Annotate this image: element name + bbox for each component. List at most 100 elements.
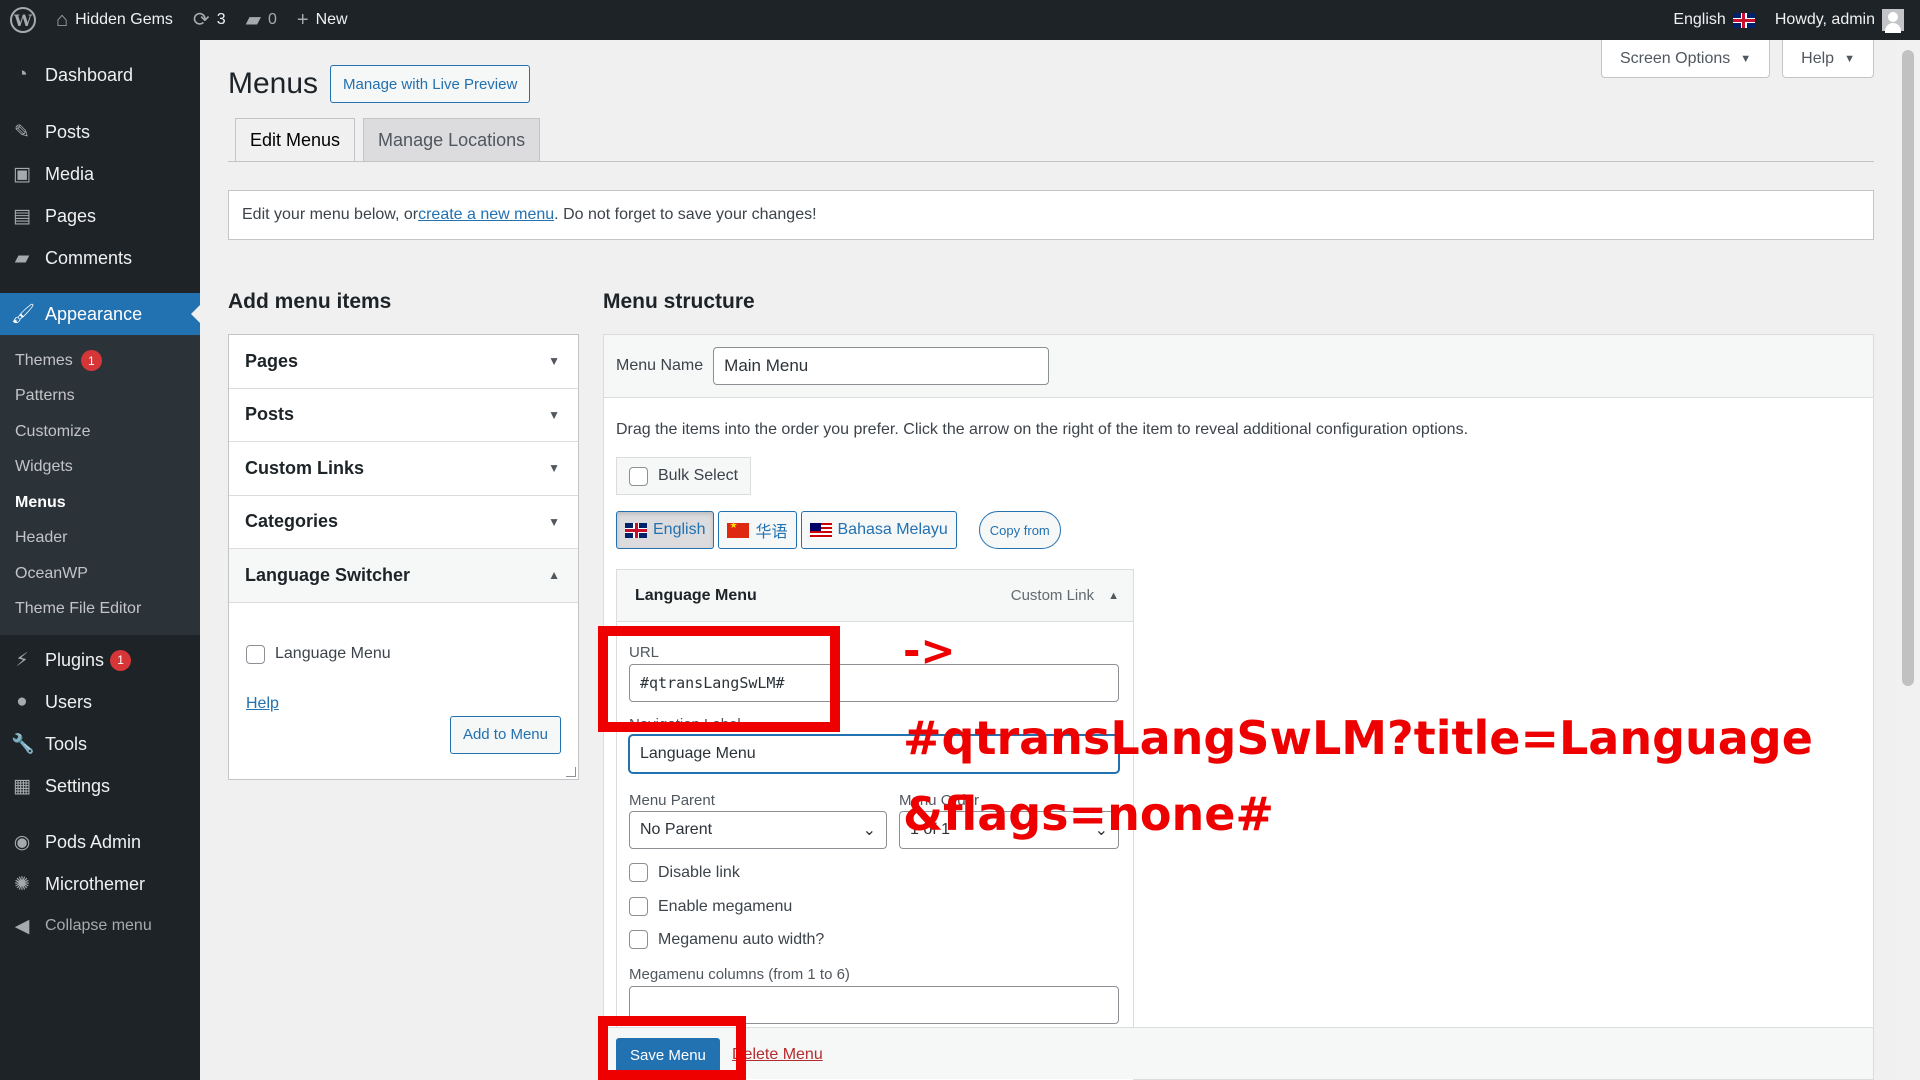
screen-options-label: Screen Options: [1620, 49, 1731, 67]
collapse-menu-button[interactable]: ◀ Collapse menu: [0, 905, 200, 947]
sidebar-sub-oceanwp[interactable]: OceanWP: [0, 556, 200, 592]
accordion-categories[interactable]: Categories ▼: [229, 496, 578, 549]
create-new-menu-link[interactable]: create a new menu: [418, 206, 554, 224]
sidebar-sub-customize[interactable]: Customize: [0, 414, 200, 450]
copy-from-button[interactable]: Copy from: [978, 511, 1061, 549]
edit-notice: Edit your menu below, or create a new me…: [228, 190, 1874, 240]
sidebar-item-pods-admin[interactable]: ◉ Pods Admin: [0, 821, 200, 863]
sidebar-item-comments[interactable]: ▰ Comments: [0, 237, 200, 279]
megamenu-auto-width-option[interactable]: Megamenu auto width?: [629, 930, 824, 949]
sidebar-item-appearance[interactable]: 🖌 Appearance: [0, 293, 200, 335]
add-to-menu-button[interactable]: Add to Menu: [449, 715, 561, 754]
sidebar-item-dashboard[interactable]: ◔ Dashboard: [0, 54, 200, 96]
avatar: [1882, 9, 1904, 33]
accordion-custom-links[interactable]: Custom Links ▼: [229, 442, 578, 496]
manage-live-preview-button[interactable]: Manage with Live Preview: [330, 65, 531, 103]
site-name-link[interactable]: ⌂ Hidden Gems: [46, 0, 183, 40]
paintbrush-icon: 🖌: [11, 304, 36, 325]
sidebar-item-label: Tools: [45, 733, 88, 754]
help-label: Help: [1801, 49, 1835, 67]
screen-options-button[interactable]: Screen Options ▼: [1601, 40, 1771, 78]
settings-icon: ▦: [13, 775, 31, 797]
sidebar-item-pages[interactable]: ▤ Pages: [0, 195, 200, 237]
accordion-pages[interactable]: Pages ▼: [229, 335, 578, 389]
language-label: English: [1673, 11, 1726, 28]
scrollbar-thumb[interactable]: [1902, 50, 1914, 686]
sidebar-item-posts[interactable]: ✎ Posts: [0, 111, 200, 153]
tab-manage-locations[interactable]: Manage Locations: [363, 118, 541, 162]
pods-icon: ◉: [13, 831, 31, 853]
accordion-label: Pages: [245, 350, 299, 371]
language-switcher[interactable]: English: [1663, 0, 1764, 40]
menu-parent-select[interactable]: No Parent ⌄: [629, 811, 887, 849]
bulk-select-checkbox[interactable]: [629, 466, 648, 486]
help-link[interactable]: Help: [246, 695, 279, 713]
accordion-label: Posts: [245, 404, 295, 425]
sub-label: Widgets: [15, 458, 73, 476]
sub-label: Menus: [15, 493, 66, 511]
sub-label: Customize: [15, 422, 91, 440]
lang-label: 华语: [755, 522, 788, 541]
lang-tab-chinese[interactable]: 华语: [718, 511, 797, 549]
resize-handle[interactable]: [566, 766, 576, 777]
menu-item-handle[interactable]: Language Menu Custom Link ▲: [617, 570, 1133, 622]
enable-megamenu-option[interactable]: Enable megamenu: [629, 897, 792, 916]
sidebar-sub-theme-file-editor[interactable]: Theme File Editor: [0, 592, 200, 628]
accordion-language-switcher[interactable]: Language Switcher ▲: [229, 549, 578, 603]
menu-item-type: Custom Link: [1010, 587, 1095, 604]
sidebar-item-label: Users: [45, 691, 93, 712]
sidebar-item-label: Settings: [45, 775, 111, 796]
language-menu-option[interactable]: Language Menu: [246, 644, 391, 664]
lang-label: Bahasa Melayu: [837, 521, 948, 538]
page-title: Menus: [228, 67, 319, 100]
sidebar-item-label: Posts: [45, 121, 91, 142]
sidebar-sub-menus[interactable]: Menus: [0, 485, 200, 521]
updates-link[interactable]: ⟳ 3: [183, 0, 236, 40]
menu-item-title: Language Menu: [635, 586, 757, 604]
lang-tab-malay[interactable]: Bahasa Melayu: [800, 511, 957, 549]
sidebar-item-media[interactable]: ▣ Media: [0, 153, 200, 195]
sidebar-item-users[interactable]: ● Users: [0, 681, 200, 723]
sidebar-item-settings[interactable]: ▦ Settings: [0, 765, 200, 807]
plugins-update-badge: 1: [110, 649, 132, 671]
plugin-icon: ⚡: [15, 649, 29, 671]
sidebar-item-label: Collapse menu: [45, 917, 152, 934]
megamenu-columns-label: Megamenu columns (from 1 to 6): [629, 966, 850, 983]
comment-icon: ▰: [245, 9, 261, 31]
bulk-select-toggle[interactable]: Bulk Select: [616, 457, 752, 495]
menu-name-input[interactable]: Main Menu: [713, 347, 1050, 385]
admin-sidebar: ◔ Dashboard ✎ Posts ▣ Media ▤ Pages ▰ Co…: [0, 40, 200, 1080]
dashboard-icon: ◔: [16, 64, 28, 85]
accordion-posts[interactable]: Posts ▼: [229, 389, 578, 442]
disable-link-option[interactable]: Disable link: [629, 863, 740, 882]
annotation-url-line1: #qtransLangSwLM?title=Language: [903, 711, 1813, 765]
sidebar-sub-patterns[interactable]: Patterns: [0, 379, 200, 415]
media-icon: ▣: [13, 163, 31, 185]
wp-logo-menu[interactable]: W: [0, 0, 46, 40]
annotation-box-save: [598, 1016, 746, 1080]
user-icon: ●: [16, 691, 28, 712]
menu-structure-heading: Menu structure: [603, 290, 755, 313]
sidebar-item-tools[interactable]: 🔧 Tools: [0, 723, 200, 765]
wrench-icon: 🔧: [11, 734, 35, 755]
help-button[interactable]: Help ▼: [1782, 40, 1874, 78]
language-menu-checkbox[interactable]: [246, 644, 265, 664]
language-switcher-panel: Language Menu Help Add to Menu: [229, 603, 578, 779]
disable-link-checkbox[interactable]: [629, 863, 648, 882]
sidebar-item-label: Plugins: [45, 649, 105, 670]
sidebar-sub-widgets[interactable]: Widgets: [0, 450, 200, 486]
lang-tab-english[interactable]: English: [616, 511, 715, 549]
my-account[interactable]: Howdy, admin: [1765, 0, 1920, 40]
sidebar-item-plugins[interactable]: ⚡ Plugins 1: [0, 639, 200, 681]
enable-megamenu-checkbox[interactable]: [629, 897, 648, 916]
china-flag-icon: [727, 520, 750, 538]
sidebar-sub-header[interactable]: Header: [0, 521, 200, 557]
tab-edit-menus[interactable]: Edit Menus: [235, 118, 356, 162]
new-content-link[interactable]: + New: [287, 0, 358, 40]
comments-link[interactable]: ▰ 0: [236, 0, 287, 40]
megamenu-auto-width-checkbox[interactable]: [629, 930, 648, 949]
caret-up-icon[interactable]: ▲: [1108, 590, 1119, 602]
sidebar-sub-themes[interactable]: Themes 1: [0, 343, 200, 379]
page-scrollbar[interactable]: [1896, 40, 1920, 1080]
sidebar-item-microthemer[interactable]: ✺ Microthemer: [0, 863, 200, 905]
